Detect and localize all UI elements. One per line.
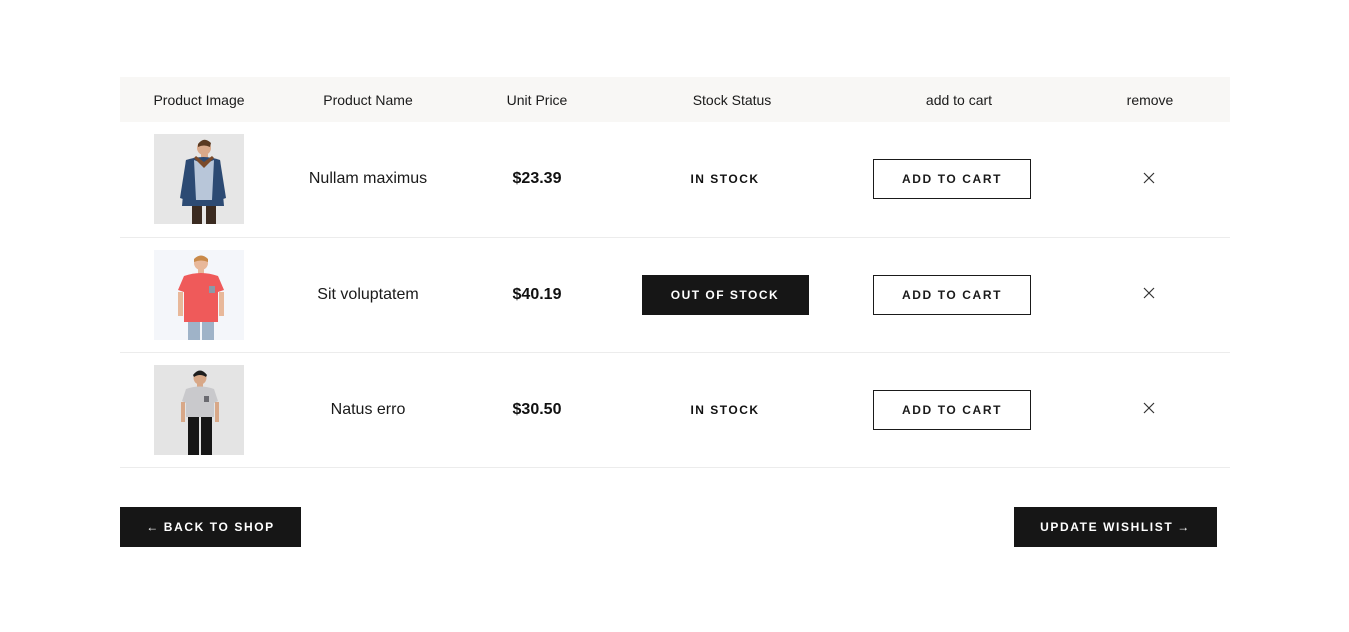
unit-price-cell: $23.39 bbox=[458, 122, 616, 237]
remove-cell bbox=[1070, 237, 1230, 352]
header-remove: remove bbox=[1126, 91, 1174, 108]
arrow-right-icon: → bbox=[1177, 520, 1191, 534]
product-name-link[interactable]: Nullam maximus bbox=[309, 170, 427, 187]
table-row: Sit voluptatem $40.19 OUT OF STOCK ADD T… bbox=[120, 237, 1230, 352]
close-icon[interactable] bbox=[1143, 287, 1157, 301]
product-name-link[interactable]: Natus erro bbox=[331, 401, 406, 418]
unit-price-cell: $40.19 bbox=[458, 237, 616, 352]
add-to-cart-cell: ADD TO CART bbox=[848, 237, 1070, 352]
product-thumbnail[interactable] bbox=[154, 364, 244, 455]
product-image-cell bbox=[120, 237, 278, 352]
product-jacket-image bbox=[154, 134, 244, 225]
product-image-cell bbox=[120, 122, 278, 237]
product-name-cell: Natus erro bbox=[278, 352, 458, 467]
close-icon[interactable] bbox=[1143, 402, 1157, 416]
stock-status-badge: IN STOCK bbox=[690, 172, 760, 187]
back-to-shop-label: BACK TO SHOP bbox=[163, 520, 275, 534]
wishlist-page: Product Image Product Name Unit Price St… bbox=[0, 0, 1349, 632]
product-name-link[interactable]: Sit voluptatem bbox=[317, 286, 418, 303]
product-name-cell: Sit voluptatem bbox=[278, 237, 458, 352]
table-row: Natus erro $30.50 IN STOCK ADD TO CART bbox=[120, 352, 1230, 467]
product-thumbnail[interactable] bbox=[154, 134, 244, 225]
unit-price: $40.19 bbox=[512, 285, 562, 303]
stock-status-cell: OUT OF STOCK bbox=[616, 237, 848, 352]
header-add-to-cart: add to cart bbox=[925, 91, 993, 108]
close-icon[interactable] bbox=[1143, 172, 1157, 186]
header-product-name: Product Name bbox=[323, 91, 413, 108]
unit-price: $23.39 bbox=[512, 170, 562, 188]
stock-status-badge: OUT OF STOCK bbox=[641, 274, 809, 315]
add-to-cart-button[interactable]: ADD TO CART bbox=[873, 159, 1031, 200]
unit-price: $30.50 bbox=[512, 400, 562, 418]
header-product-image: Product Image bbox=[153, 91, 245, 108]
add-to-cart-button[interactable]: ADD TO CART bbox=[873, 274, 1031, 315]
table-row: Nullam maximus $23.39 IN STOCK ADD TO CA… bbox=[120, 122, 1230, 237]
arrow-left-icon: ← bbox=[146, 520, 160, 534]
unit-price-cell: $30.50 bbox=[458, 352, 616, 467]
table-header-row: Product Image Product Name Unit Price St… bbox=[120, 77, 1230, 122]
wishlist-table: Product Image Product Name Unit Price St… bbox=[120, 77, 1230, 468]
add-to-cart-button[interactable]: ADD TO CART bbox=[873, 389, 1031, 430]
product-name-cell: Nullam maximus bbox=[278, 122, 458, 237]
stock-status-badge: IN STOCK bbox=[690, 402, 760, 417]
update-wishlist-button[interactable]: UPDATE WISHLIST → bbox=[1014, 507, 1217, 547]
stock-status-cell: IN STOCK bbox=[616, 122, 848, 237]
product-grey-tee-image bbox=[154, 364, 244, 455]
stock-status-cell: IN STOCK bbox=[616, 352, 848, 467]
update-wishlist-label: UPDATE WISHLIST bbox=[1040, 520, 1174, 534]
product-image-cell bbox=[120, 352, 278, 467]
back-to-shop-button[interactable]: ← BACK TO SHOP bbox=[120, 507, 301, 547]
remove-cell bbox=[1070, 352, 1230, 467]
header-unit-price: Unit Price bbox=[506, 91, 568, 108]
remove-cell bbox=[1070, 122, 1230, 237]
add-to-cart-cell: ADD TO CART bbox=[848, 122, 1070, 237]
product-thumbnail[interactable] bbox=[154, 249, 244, 340]
header-stock-status: Stock Status bbox=[692, 91, 772, 108]
add-to-cart-cell: ADD TO CART bbox=[848, 352, 1070, 467]
product-tshirt-image bbox=[154, 249, 244, 340]
